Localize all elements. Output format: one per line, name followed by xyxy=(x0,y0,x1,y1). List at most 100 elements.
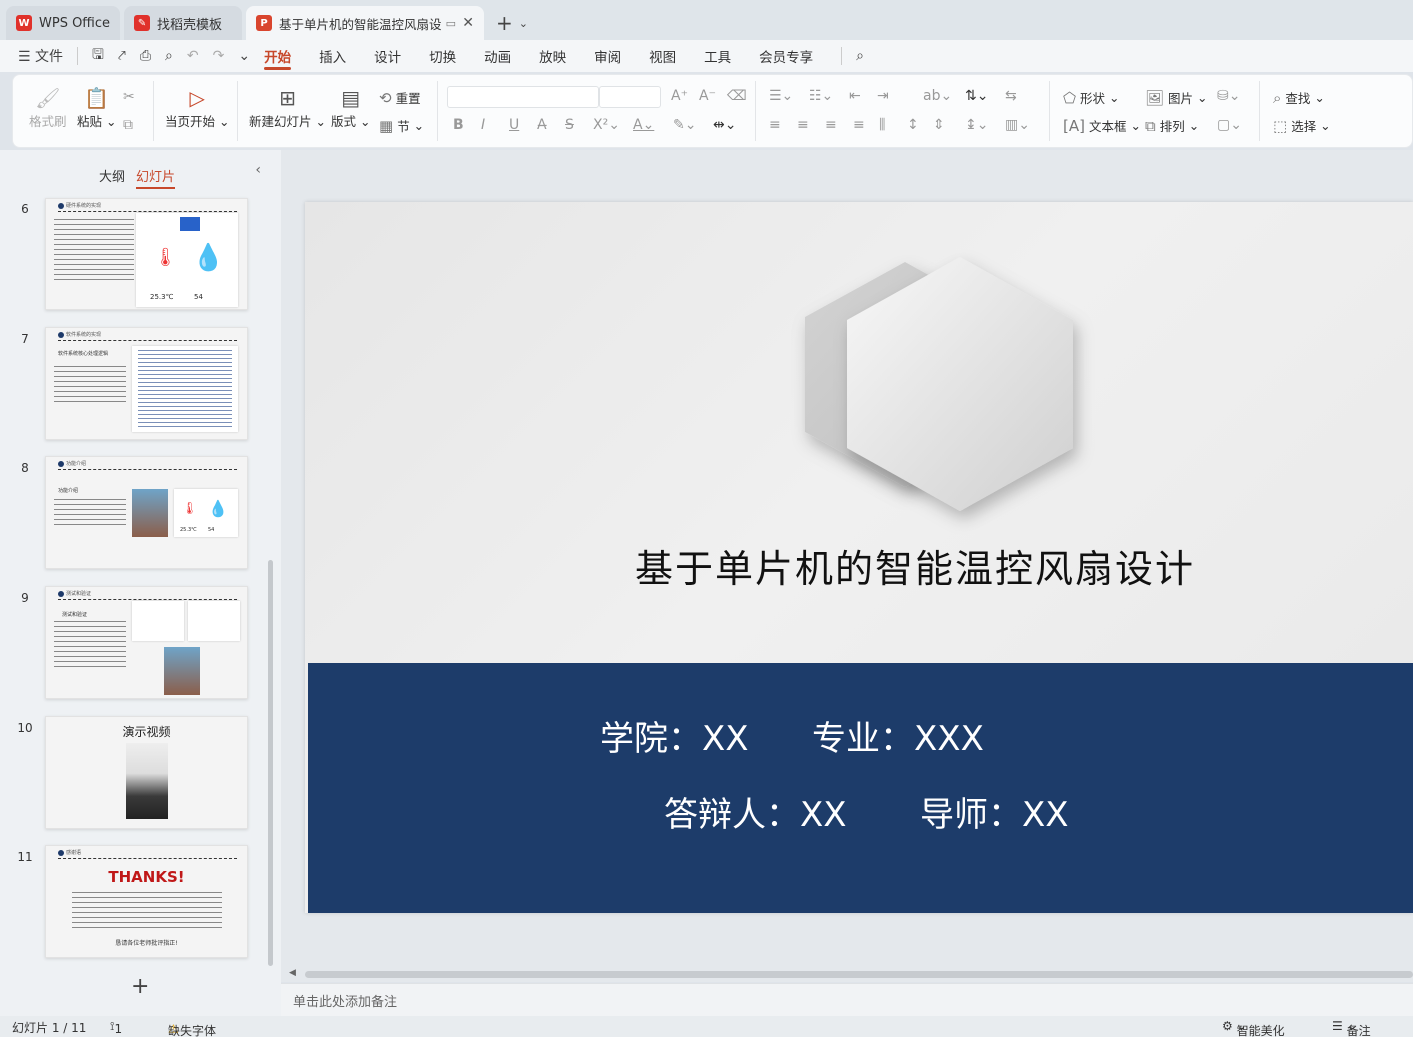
college-text[interactable]: 学院：XX xyxy=(600,711,749,760)
print-preview-icon[interactable]: ⌕ xyxy=(165,48,173,64)
major-text[interactable]: 专业：XXX xyxy=(812,711,984,760)
underline-icon[interactable]: U xyxy=(509,117,519,133)
bullets-icon[interactable]: ☰⌄ xyxy=(769,88,793,104)
new-slide-button[interactable]: ⊞ 新建幻灯片 ⌄ xyxy=(249,85,326,130)
menu-animations[interactable]: 动画 xyxy=(484,40,511,72)
menu-view[interactable]: 视图 xyxy=(649,40,676,72)
char-spacing-icon[interactable]: ⇹⌄ xyxy=(713,117,736,133)
save-icon[interactable]: 🖫 xyxy=(92,44,104,68)
notes-toggle-button[interactable]: ☰ 备注 ⌄ xyxy=(1332,1019,1371,1037)
paste-button[interactable]: 📋 粘贴 ⌄ xyxy=(77,85,116,130)
font-size-select[interactable] xyxy=(599,86,661,108)
slide-thumbnail-6[interactable]: 硬件系统的实现 🌡 💧 25.3℃ 54 xyxy=(45,198,248,310)
paragraph-spacing-icon[interactable]: ⇕ xyxy=(933,117,945,133)
print-icon[interactable]: ⎙ xyxy=(140,48,151,64)
arrange-icon: ⧉ xyxy=(1145,116,1156,135)
monitor-icon[interactable]: ▭ xyxy=(446,17,456,30)
align-left-icon[interactable]: ≡ xyxy=(769,117,781,133)
tab-wps-office[interactable]: W WPS Office xyxy=(6,6,121,40)
hamburger-icon[interactable]: ☰ 文件 xyxy=(18,46,63,66)
section-icon: ▦ xyxy=(379,116,394,135)
close-tab-icon[interactable]: ✕ xyxy=(462,15,474,31)
menu-home[interactable]: 开始 xyxy=(264,40,292,72)
strikethrough-icon[interactable]: S xyxy=(565,117,574,133)
bold-icon[interactable]: B xyxy=(453,117,464,133)
tab-slides[interactable]: 幻灯片 xyxy=(136,166,176,189)
share-icon[interactable]: ⤤ xyxy=(118,48,126,64)
highlight-icon[interactable]: ✎⌄ xyxy=(673,117,696,133)
comments-icon[interactable]: ⟟ 1 xyxy=(110,1019,122,1036)
section-button[interactable]: ▦ 节 ⌄ xyxy=(379,116,424,135)
format-painter-button[interactable]: 🖌 格式刷 xyxy=(29,85,67,130)
tab-presentation[interactable]: P 基于单片机的智能温控风扇设计 ▭ ✕ xyxy=(246,6,485,40)
cut-icon[interactable]: ✂ xyxy=(123,89,135,105)
menu-review[interactable]: 审阅 xyxy=(594,40,621,72)
tab-outline[interactable]: 大纲 xyxy=(99,166,125,185)
slide-thumbnail-11[interactable]: 感谢语 THANKS! 恳请各位老师批评指正! xyxy=(45,845,248,958)
justify-icon[interactable]: ≡ xyxy=(853,117,865,133)
menu-insert[interactable]: 插入 xyxy=(319,40,346,72)
undo-icon[interactable]: ↶ xyxy=(187,48,199,64)
slide-title[interactable]: 基于单片机的智能温控风扇设计 xyxy=(635,538,1195,593)
more-chevron-icon[interactable]: ⌄ xyxy=(238,48,250,64)
picture-button[interactable]: 🖼 图片 ⌄ xyxy=(1145,88,1208,107)
slide-thumbnail-9[interactable]: 测试和验证 测试和验证 xyxy=(45,586,248,699)
arrange-button[interactable]: ⧉ 排列 ⌄ xyxy=(1145,116,1199,135)
new-tab-button[interactable]: + ⌄ xyxy=(488,6,536,40)
select-button[interactable]: ⬚ 选择 ⌄ xyxy=(1273,116,1331,135)
superscript-icon[interactable]: X²⌄ xyxy=(593,117,620,133)
numbering-icon[interactable]: ☷⌄ xyxy=(809,88,833,104)
shape-button[interactable]: ⬠ 形状 ⌄ xyxy=(1063,88,1120,107)
distribute-icon[interactable]: ⫼ xyxy=(879,117,885,133)
menu-tools[interactable]: 工具 xyxy=(704,40,731,72)
increase-indent-icon[interactable]: ⇥ xyxy=(877,88,889,104)
notes-input[interactable]: 单击此处添加备注 xyxy=(281,983,1413,1016)
fill-icon[interactable]: ⛁⌄ xyxy=(1217,88,1240,104)
decrease-font-icon[interactable]: A⁻ xyxy=(699,88,716,104)
sort-icon[interactable]: ⇅⌄ xyxy=(965,88,988,104)
menu-slideshow[interactable]: 放映 xyxy=(539,40,566,72)
scroll-thumb[interactable] xyxy=(305,971,1413,978)
convert-icon[interactable]: ⇆ xyxy=(1005,88,1017,104)
panel-scrollbar[interactable] xyxy=(268,560,273,966)
add-slide-button[interactable]: + xyxy=(131,974,149,999)
chevron-down-icon[interactable]: ⌄ xyxy=(519,17,528,30)
layout-button[interactable]: ▤ 版式 ⌄ xyxy=(331,85,370,130)
align-center-icon[interactable]: ≡ xyxy=(797,117,809,133)
file-menu[interactable]: 文件 xyxy=(35,49,63,65)
find-button[interactable]: ⌕ 查找 ⌄ xyxy=(1273,88,1325,107)
increase-font-icon[interactable]: A⁺ xyxy=(671,88,688,104)
italic-icon[interactable]: I xyxy=(481,117,485,133)
tab-docer-templates[interactable]: ✎ 找稻壳模板 xyxy=(124,6,243,40)
slide-thumbnail-10[interactable]: 演示视频 xyxy=(45,716,248,829)
collapse-panel-icon[interactable]: ‹ xyxy=(255,162,261,178)
clear-format-icon[interactable]: ⌫ xyxy=(727,88,747,104)
text-direction-icon[interactable]: ab⌄ xyxy=(923,88,952,104)
scroll-left-icon[interactable]: ◀ xyxy=(289,968,296,978)
reset-button[interactable]: ⟲ 重置 xyxy=(379,88,421,107)
horizontal-scrollbar[interactable]: ◀ xyxy=(281,968,1413,982)
slide-thumbnail-8[interactable]: 功能介绍 功能介绍 🌡 💧 25.3℃ 54 xyxy=(45,456,248,569)
align-right-icon[interactable]: ≡ xyxy=(825,117,837,133)
defender-text[interactable]: 答辩人：XX xyxy=(664,787,847,836)
from-current-slide-button[interactable]: ▷ 当页开始 ⌄ xyxy=(165,85,229,130)
line-spacing-icon[interactable]: ↕ xyxy=(907,117,919,133)
decrease-indent-icon[interactable]: ⇤ xyxy=(849,88,861,104)
copy-icon[interactable]: ⧉ xyxy=(123,117,133,133)
menu-membership[interactable]: 会员专享 xyxy=(759,40,813,72)
char-strike-icon[interactable]: A̶ xyxy=(537,117,547,133)
menu-design[interactable]: 设计 xyxy=(374,40,401,72)
menu-transitions[interactable]: 切换 xyxy=(429,40,456,72)
slide-thumbnail-7[interactable]: 软件系统的实现 软件系统核心处理逻辑 xyxy=(45,327,248,440)
columns-icon[interactable]: ▥⌄ xyxy=(1005,117,1030,133)
textbox-button[interactable]: [A] 文本框 ⌄ xyxy=(1063,116,1141,135)
advisor-text[interactable]: 导师：XX xyxy=(920,787,1069,836)
current-slide[interactable]: 基于单片机的智能温控风扇设计 学院：XX 专业：XXX 答辩人：XX 导师：XX xyxy=(305,202,1413,913)
smart-beautify-button[interactable]: ⚙ 智能美化 ⌄ xyxy=(1222,1019,1285,1037)
search-icon[interactable]: ⌕ xyxy=(856,48,864,64)
outline-icon[interactable]: ▢⌄ xyxy=(1217,117,1242,133)
redo-icon[interactable]: ↷ xyxy=(213,48,225,64)
font-family-select[interactable] xyxy=(447,86,599,108)
spacing-options-icon[interactable]: ↨⌄ xyxy=(965,117,988,133)
font-color-icon[interactable]: A⌄ xyxy=(633,117,654,133)
